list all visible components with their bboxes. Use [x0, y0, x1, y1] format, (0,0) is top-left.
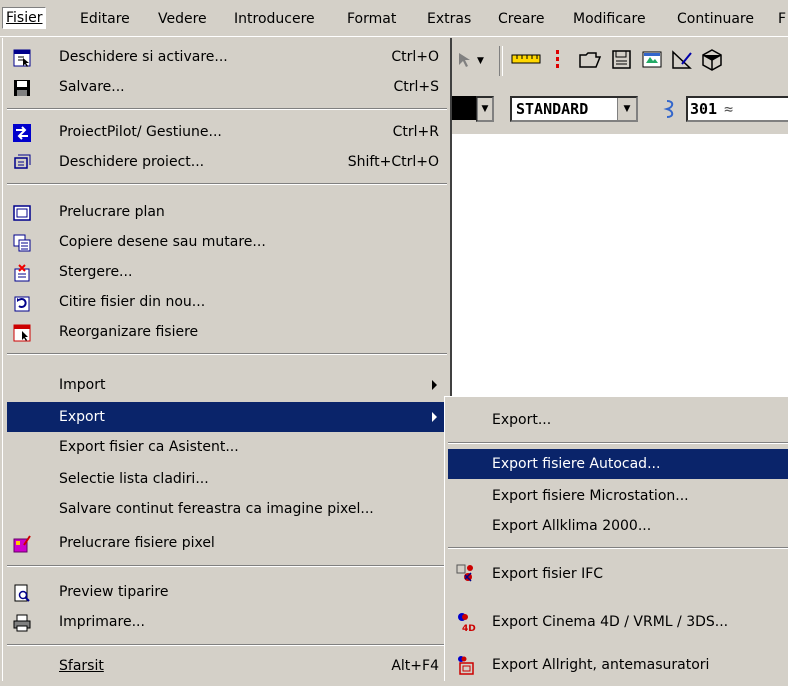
- line-type-icon: ≈: [724, 100, 734, 118]
- menu-bar: Fisier Editare Vedere Introducere Format…: [0, 0, 788, 37]
- ruler-icon[interactable]: [511, 52, 541, 66]
- reload-file-icon: [13, 293, 31, 312]
- color-combo[interactable]: ▼: [476, 96, 494, 122]
- submenu-item-export-allklima[interactable]: Export Allklima 2000...: [448, 511, 788, 541]
- menu-item-exit[interactable]: Sfarsit Alt+F4: [7, 651, 447, 681]
- chevron-down-icon[interactable]: ▼: [477, 56, 487, 66]
- select-arrow-icon[interactable]: [455, 50, 475, 70]
- menu-format[interactable]: Format: [347, 9, 396, 29]
- chevron-down-icon[interactable]: ▼: [477, 98, 492, 120]
- ifc-icon: [456, 564, 476, 584]
- menu-separator: [7, 644, 447, 646]
- image-icon[interactable]: [641, 49, 663, 71]
- menu-fisier[interactable]: Fisier: [2, 7, 47, 29]
- plan-icon: [13, 203, 31, 221]
- layer-combo[interactable]: STANDARD ▼: [510, 96, 638, 122]
- open-activate-icon: [13, 48, 31, 67]
- delete-files-icon: [13, 263, 31, 282]
- submenu-item-export-ifc[interactable]: Export fisier IFC: [448, 559, 788, 589]
- menu-extras[interactable]: Extras: [427, 9, 471, 29]
- open-project-icon: [13, 153, 31, 171]
- print-preview-icon: [13, 583, 31, 602]
- copy-drawings-icon: [13, 233, 31, 252]
- draw-tool-icon[interactable]: [670, 48, 694, 72]
- menu-item-save[interactable]: Salvare... Ctrl+S: [7, 72, 447, 102]
- submenu-item-export-cinema4d[interactable]: 4D Export Cinema 4D / VRML / 3DS...: [448, 607, 788, 637]
- file-menu: Deschidere si activare... Ctrl+O Salvare…: [2, 38, 452, 681]
- menu-item-export[interactable]: Export: [7, 402, 447, 432]
- menu-continuare[interactable]: Continuare: [677, 9, 754, 29]
- menu-item-delete[interactable]: Stergere...: [7, 257, 447, 287]
- menu-item-open-project[interactable]: Deschidere proiect... Shift+Ctrl+O: [7, 147, 447, 177]
- pixel-edit-icon: [13, 534, 31, 553]
- chevron-down-icon[interactable]: ▼: [617, 98, 636, 120]
- menu-separator: [448, 442, 788, 444]
- cinema4d-icon: 4D: [456, 612, 476, 634]
- pen-combo[interactable]: 301 ≈: [686, 96, 788, 122]
- export-submenu: Export... Export fisiere Autocad... Expo…: [444, 396, 788, 681]
- drawing-area[interactable]: [452, 134, 788, 396]
- project-pilot-icon: [13, 123, 31, 142]
- submenu-item-export-autocad[interactable]: Export fisiere Autocad...: [448, 449, 788, 479]
- submenu-item-export-microstation[interactable]: Export fisiere Microstation...: [448, 481, 788, 511]
- printer-icon: [13, 613, 31, 632]
- dotted-line-icon[interactable]: [552, 48, 562, 72]
- menu-editare[interactable]: Editare: [80, 9, 130, 29]
- save-disk-icon[interactable]: [611, 49, 633, 71]
- menu-item-import[interactable]: Import: [7, 370, 447, 400]
- menu-separator: [7, 108, 447, 110]
- menu-creare[interactable]: Creare: [498, 9, 544, 29]
- allright-icon: [456, 655, 476, 675]
- chevron-right-icon: [432, 412, 437, 422]
- menu-item-pixel-edit[interactable]: Prelucrare fisiere pixel: [7, 528, 447, 558]
- reorganize-files-icon: [13, 323, 31, 342]
- menu-item-print-preview[interactable]: Preview tiparire: [7, 577, 447, 607]
- svg-text:4D: 4D: [462, 624, 476, 632]
- menu-vedere[interactable]: Vedere: [158, 9, 207, 29]
- menu-item-copy-drawings[interactable]: Copiere desene sau mutare...: [7, 227, 447, 257]
- toolbar-separator: [499, 46, 503, 76]
- 3d-cube-icon[interactable]: [700, 48, 724, 72]
- menu-item-save-window-pixel[interactable]: Salvare continut fereastra ca imagine pi…: [7, 494, 447, 524]
- chevron-right-icon: [432, 380, 437, 390]
- menu-item-reload[interactable]: Citire fisier din nou...: [7, 287, 447, 317]
- submenu-item-export-allright[interactable]: Export Allright, antemasuratori: [448, 650, 788, 680]
- menu-item-project-pilot[interactable]: ProiectPilot/ Gestiune... Ctrl+R: [7, 117, 447, 147]
- floppy-disk-icon: [13, 78, 31, 96]
- menu-separator: [448, 547, 788, 549]
- menu-item-plan-edit[interactable]: Prelucrare plan: [7, 197, 447, 227]
- color-swatch[interactable]: [452, 96, 476, 120]
- menu-item-open-activate[interactable]: Deschidere si activare... Ctrl+O: [7, 42, 447, 72]
- menu-item-building-list[interactable]: Selectie lista cladiri...: [7, 464, 447, 494]
- menu-introducere[interactable]: Introducere: [234, 9, 315, 29]
- menu-modificare[interactable]: Modificare: [573, 9, 646, 29]
- menu-separator: [7, 353, 447, 355]
- menu-item-export-assistant[interactable]: Export fisier ca Asistent...: [7, 432, 447, 462]
- pen-icon[interactable]: [662, 98, 680, 120]
- open-folder-icon[interactable]: [578, 49, 602, 71]
- menu-separator: [7, 183, 447, 185]
- menu-f-truncated[interactable]: F: [778, 9, 786, 29]
- menu-separator: [7, 565, 447, 567]
- submenu-item-export[interactable]: Export...: [448, 405, 788, 435]
- menu-item-reorganize[interactable]: Reorganizare fisiere: [7, 317, 447, 347]
- menu-item-print[interactable]: Imprimare...: [7, 607, 447, 637]
